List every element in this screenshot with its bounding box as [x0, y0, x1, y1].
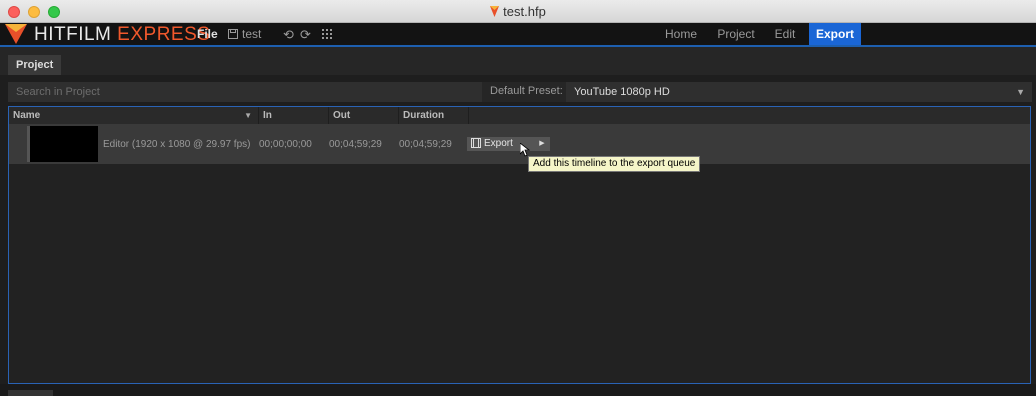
column-header-name[interactable]: Name ▼: [9, 107, 259, 124]
column-header-out[interactable]: Out: [329, 107, 399, 124]
window-title-text: test.hfp: [503, 4, 546, 19]
redo-icon[interactable]: ⟳: [300, 27, 311, 43]
film-icon: [471, 138, 481, 148]
bottom-tab[interactable]: [8, 390, 53, 396]
project-name-text: test: [242, 27, 262, 41]
bottom-panel-strip: [0, 384, 1036, 396]
brand-main: HITFILM: [34, 24, 112, 45]
export-button[interactable]: Export ▶: [467, 137, 550, 151]
timeline-thumbnail: [27, 126, 98, 162]
row-duration: 00;04;59;29: [399, 139, 452, 150]
table-header: Name ▼ In Out Duration: [9, 107, 1030, 124]
chevron-down-icon: ▼: [1016, 87, 1025, 97]
brand-logo: HITFILM EXPRESS: [34, 24, 210, 46]
window-titlebar: test.hfp: [0, 0, 1036, 23]
nav-tab-edit[interactable]: Edit: [770, 23, 800, 45]
nav-tab-home[interactable]: Home: [660, 23, 702, 45]
hitfilm-file-icon: [490, 6, 500, 17]
menu-file[interactable]: File: [197, 27, 218, 41]
window-title: test.hfp: [0, 4, 1036, 19]
column-header-in[interactable]: In: [259, 107, 329, 124]
row-name: Editor (1920 x 1080 @ 29.97 fps): [103, 139, 251, 150]
sort-down-icon: ▼: [244, 111, 252, 120]
save-icon: [228, 29, 238, 39]
grid-icon[interactable]: [322, 29, 332, 39]
export-button-label: Export: [484, 138, 513, 149]
app-menubar: HITFILM EXPRESS File test ⟲ ⟳ Home Proje…: [0, 23, 1036, 47]
mouse-cursor-icon: [520, 143, 530, 157]
undo-icon[interactable]: ⟲: [283, 27, 294, 43]
project-toolbar: Default Preset: YouTube 1080p HD ▼: [8, 82, 1032, 102]
nav-tab-export[interactable]: Export: [809, 23, 861, 45]
default-preset-label: Default Preset:: [490, 85, 563, 97]
nav-tab-project[interactable]: Project: [712, 23, 760, 45]
column-header-duration[interactable]: Duration: [399, 107, 469, 124]
row-in: 00;00;00;00: [259, 139, 312, 150]
row-out: 00;04;59;29: [329, 139, 382, 150]
hitfilm-logo-icon: [5, 24, 27, 44]
default-preset-select[interactable]: YouTube 1080p HD ▼: [566, 82, 1032, 102]
play-arrow-icon[interactable]: ▶: [534, 137, 550, 151]
export-tooltip: Add this timeline to the export queue: [528, 156, 701, 172]
project-name[interactable]: test: [228, 27, 261, 41]
search-input[interactable]: [8, 82, 482, 102]
tab-project[interactable]: Project: [8, 55, 62, 75]
column-header-name-text: Name: [13, 110, 41, 121]
panel-tab-strip: Project: [0, 47, 1036, 75]
preset-value: YouTube 1080p HD: [574, 86, 670, 98]
